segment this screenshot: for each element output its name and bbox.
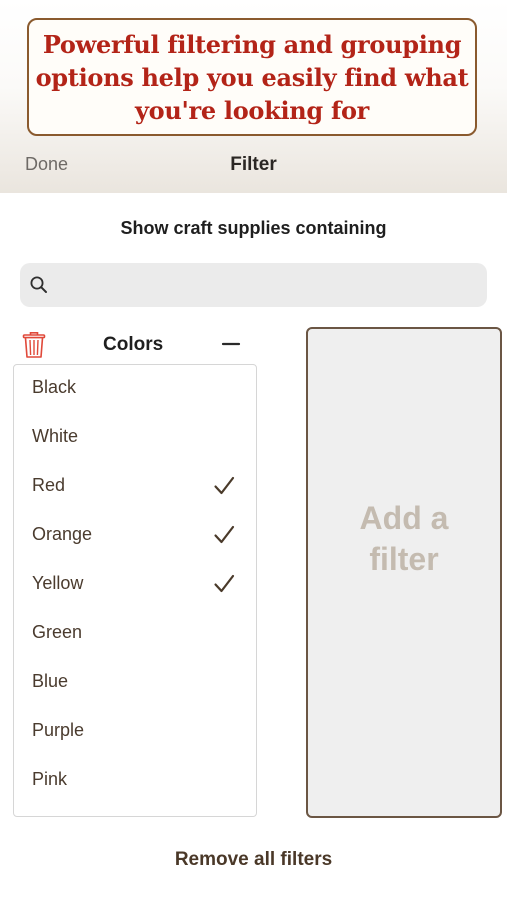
checkmark-icon bbox=[214, 525, 235, 544]
checkmark-icon bbox=[214, 574, 235, 593]
option-label: Purple bbox=[32, 720, 85, 740]
add-filter-button[interactable]: Add a filter bbox=[306, 327, 502, 818]
option-green[interactable]: Green bbox=[14, 610, 256, 659]
option-orange[interactable]: Orange bbox=[14, 512, 256, 561]
option-label: Pink bbox=[32, 769, 68, 789]
option-label: Black bbox=[32, 377, 77, 397]
option-pink[interactable]: Pink bbox=[14, 757, 256, 806]
color-options-list: Black White Red Orange Yellow Green Blue… bbox=[13, 364, 257, 817]
option-label: Yellow bbox=[32, 573, 84, 593]
option-yellow[interactable]: Yellow bbox=[14, 561, 256, 610]
promo-box: Powerful filtering and grouping options … bbox=[27, 18, 477, 136]
option-label: White bbox=[32, 426, 79, 446]
promo-text: Powerful filtering and grouping options … bbox=[35, 29, 469, 125]
trash-icon[interactable] bbox=[22, 331, 46, 359]
collapse-minus-icon[interactable] bbox=[220, 333, 242, 355]
filter-title: Colors bbox=[103, 334, 164, 355]
filter-screen: Powerful filtering and grouping options … bbox=[0, 0, 507, 900]
search-icon bbox=[30, 276, 47, 293]
option-white[interactable]: White bbox=[14, 414, 256, 463]
option-label: Orange bbox=[32, 524, 93, 544]
search-input[interactable] bbox=[58, 271, 482, 301]
section-heading: Show craft supplies containing bbox=[120, 218, 387, 238]
search-bar[interactable] bbox=[20, 263, 487, 307]
add-filter-label: Add a filter bbox=[359, 499, 449, 577]
option-blue[interactable]: Blue bbox=[14, 659, 256, 708]
nav-bar: Done Filter bbox=[0, 140, 507, 192]
option-purple[interactable]: Purple bbox=[14, 708, 256, 757]
header-banner: Powerful filtering and grouping options … bbox=[0, 0, 507, 193]
remove-all-filters-button[interactable]: Remove all filters bbox=[0, 849, 507, 871]
option-black[interactable]: Black bbox=[14, 365, 256, 414]
option-label: Blue bbox=[32, 671, 69, 691]
option-label: Green bbox=[32, 622, 83, 642]
option-red[interactable]: Red bbox=[14, 463, 256, 512]
checkmark-icon bbox=[214, 476, 235, 495]
page-title: Filter bbox=[230, 154, 277, 175]
option-label: Red bbox=[32, 475, 66, 495]
